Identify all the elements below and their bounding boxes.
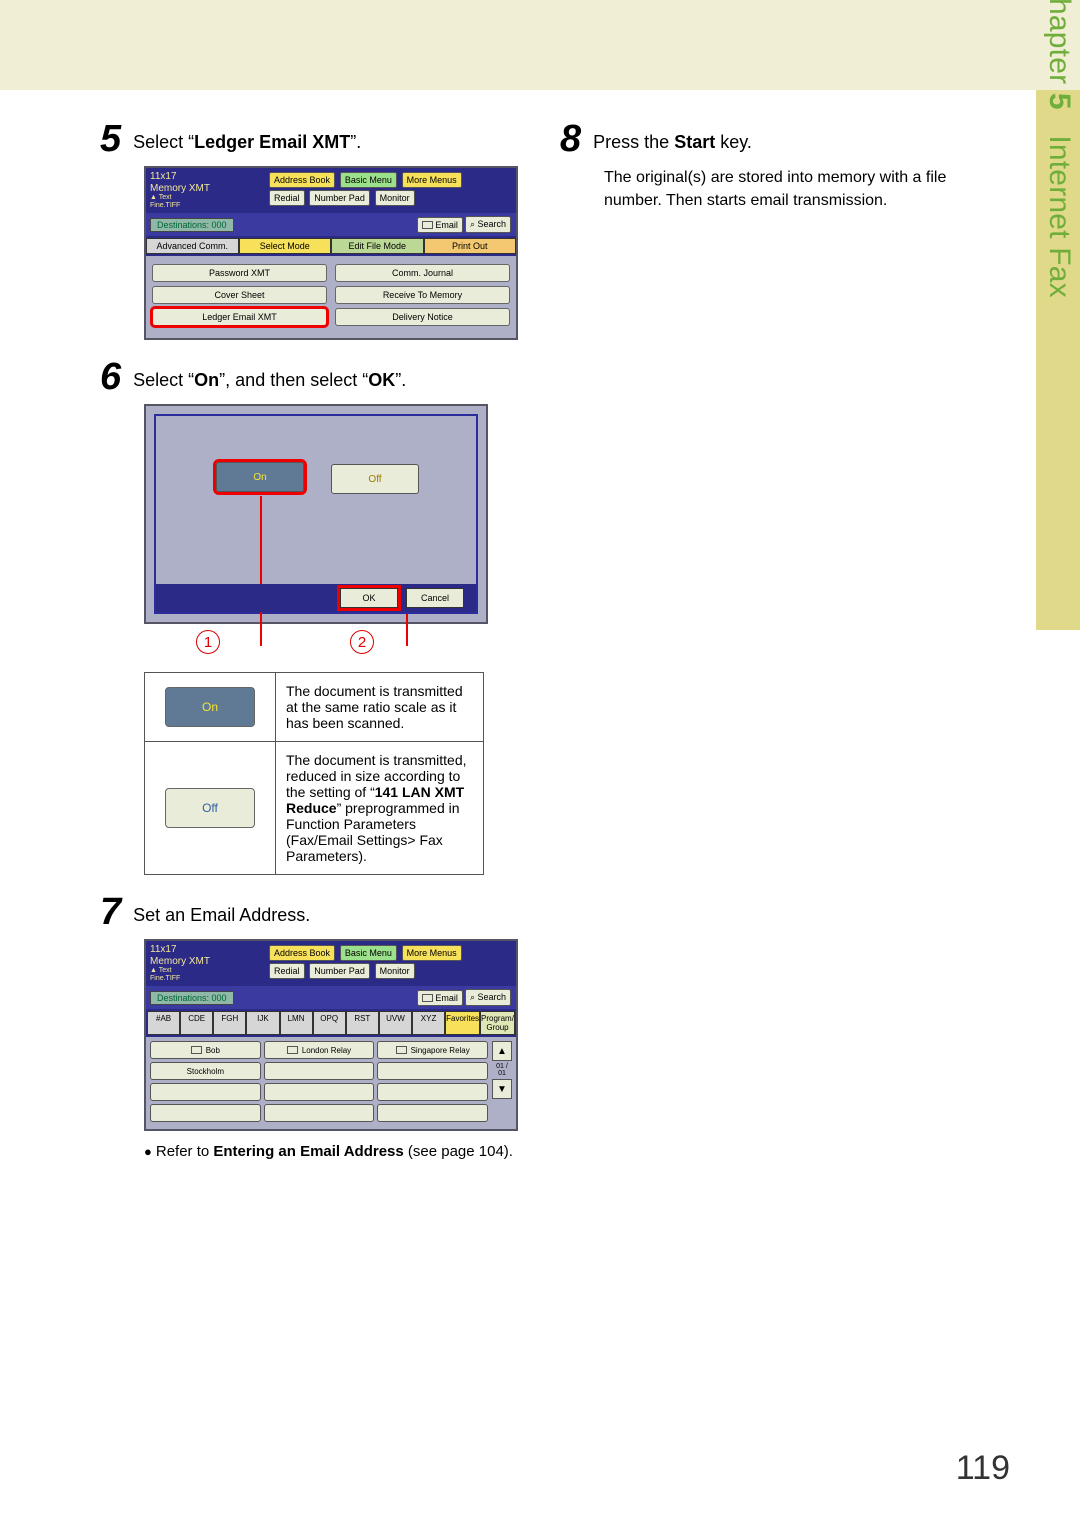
step6-text: Select “On”, and then select “OK”. <box>133 368 406 392</box>
s3-more-menus[interactable]: More Menus <box>402 945 462 961</box>
mail-icon <box>396 1046 407 1054</box>
chapter-side-label: Chapter 5 Internet Fax <box>1042 0 1076 298</box>
tbl-off: Off <box>165 788 255 828</box>
abt-7[interactable]: UVW <box>379 1011 412 1035</box>
s3-size: 11x17 <box>150 944 260 956</box>
abt-2[interactable]: FGH <box>213 1011 246 1035</box>
opt-on[interactable]: On <box>216 462 304 492</box>
abt-4[interactable]: LMN <box>280 1011 313 1035</box>
btn-password-xmt[interactable]: Password XMT <box>152 264 327 282</box>
page-number: 119 <box>956 1449 1010 1488</box>
btn-receive-memory[interactable]: Receive To Memory <box>335 286 510 304</box>
tab-select-mode[interactable]: Select Mode <box>239 238 332 254</box>
step8-text: Press the Start key. <box>593 130 752 154</box>
s3-email[interactable]: Email <box>417 990 463 1006</box>
screenshot-ledger-xmt: 11x17 Memory XMT ▲ Text Fine.TIFF Addres… <box>144 166 518 340</box>
dest-count: Destinations: 000 <box>150 218 234 232</box>
on-off-table: On The document is transmitted at the sa… <box>144 672 484 875</box>
scroll-up[interactable]: ▲ <box>492 1041 512 1061</box>
opt-off[interactable]: Off <box>331 464 419 494</box>
abt-8[interactable]: XYZ <box>412 1011 445 1035</box>
entry-e10[interactable] <box>264 1104 375 1122</box>
tab-edit-file[interactable]: Edit File Mode <box>331 238 424 254</box>
btn-more-menus[interactable]: More Menus <box>402 172 462 188</box>
tbl-on-desc: The document is transmitted at the same … <box>276 673 484 742</box>
btn-cancel[interactable]: Cancel <box>406 588 464 608</box>
s3-basic-menu[interactable]: Basic Menu <box>340 945 397 961</box>
mail-icon <box>287 1046 298 1054</box>
entry-e6[interactable] <box>150 1083 261 1101</box>
entry-e5[interactable] <box>377 1062 488 1080</box>
s3-search[interactable]: ⌕ Search <box>465 989 511 1006</box>
s1-fine: Fine.TIFF <box>150 202 260 210</box>
abt-fav[interactable]: Favorites <box>445 1011 480 1035</box>
callout-line-1 <box>260 496 262 646</box>
s3-address-book[interactable]: Address Book <box>269 945 335 961</box>
screenshot-email-addr: 11x17 Memory XMT ▲ Text Fine.TIFF Addres… <box>144 939 518 1131</box>
abt-prog[interactable]: Program/ Group <box>480 1011 515 1035</box>
entry-e11[interactable] <box>377 1104 488 1122</box>
btn-cover-sheet[interactable]: Cover Sheet <box>152 286 327 304</box>
s1-mem: Memory XMT <box>150 183 260 195</box>
btn-search[interactable]: ⌕ Search <box>465 216 511 233</box>
entry-london[interactable]: London Relay <box>264 1041 375 1059</box>
btn-number-pad[interactable]: Number Pad <box>309 190 370 206</box>
screenshot-on-off: On Off OK Cancel <box>144 404 488 624</box>
entry-e8[interactable] <box>377 1083 488 1101</box>
s3-mem: Memory XMT <box>150 956 260 968</box>
tab-print-out[interactable]: Print Out <box>424 238 517 254</box>
s3-monitor[interactable]: Monitor <box>375 963 415 979</box>
btn-email[interactable]: Email <box>417 217 463 233</box>
tab-adv-comm[interactable]: Advanced Comm. <box>146 238 239 254</box>
s3-redial[interactable]: Redial <box>269 963 305 979</box>
step6-number: 6 <box>100 358 121 396</box>
abt-3[interactable]: IJK <box>246 1011 279 1035</box>
s3-dest: Destinations: 000 <box>150 991 234 1005</box>
step5-number: 5 <box>100 120 121 158</box>
callout-1: 1 <box>196 630 220 654</box>
callout-2: 2 <box>350 630 374 654</box>
mail-icon <box>191 1046 202 1054</box>
s1-size: 11x17 <box>150 171 260 183</box>
tbl-on: On <box>165 687 255 727</box>
scroll-down[interactable]: ▼ <box>492 1079 512 1099</box>
step8-number: 8 <box>560 120 581 158</box>
btn-ledger-email-xmt[interactable]: Ledger Email XMT <box>152 308 327 326</box>
s1-text: ▲ Text <box>150 194 260 202</box>
btn-comm-journal[interactable]: Comm. Journal <box>335 264 510 282</box>
btn-monitor[interactable]: Monitor <box>375 190 415 206</box>
entry-stockholm[interactable]: Stockholm <box>150 1062 261 1080</box>
btn-address-book[interactable]: Address Book <box>269 172 335 188</box>
btn-ok[interactable]: OK <box>340 588 398 608</box>
entry-e7[interactable] <box>264 1083 375 1101</box>
tbl-off-desc: The document is transmitted, reduced in … <box>276 742 484 875</box>
abt-1[interactable]: CDE <box>180 1011 213 1035</box>
step7-text: Set an Email Address. <box>133 903 310 927</box>
abt-6[interactable]: RST <box>346 1011 379 1035</box>
step7-ref: ●Refer to Entering an Email Address (see… <box>144 1143 520 1160</box>
s3-number-pad[interactable]: Number Pad <box>309 963 370 979</box>
entry-e4[interactable] <box>264 1062 375 1080</box>
entry-bob[interactable]: Bob <box>150 1041 261 1059</box>
step7-number: 7 <box>100 893 121 931</box>
mail-icon <box>422 994 433 1002</box>
step8-body: The original(s) are stored into memory w… <box>604 166 980 212</box>
step5-text: Select “Ledger Email XMT”. <box>133 130 361 154</box>
entry-e9[interactable] <box>150 1104 261 1122</box>
entry-singapore[interactable]: Singapore Relay <box>377 1041 488 1059</box>
btn-redial[interactable]: Redial <box>269 190 305 206</box>
btn-basic-menu[interactable]: Basic Menu <box>340 172 397 188</box>
btn-delivery-notice[interactable]: Delivery Notice <box>335 308 510 326</box>
abt-5[interactable]: OPQ <box>313 1011 346 1035</box>
abt-0[interactable]: #AB <box>147 1011 180 1035</box>
mail-icon <box>422 221 433 229</box>
callout-line-2 <box>406 614 408 646</box>
page-indicator: 01 / 01 <box>492 1063 512 1077</box>
